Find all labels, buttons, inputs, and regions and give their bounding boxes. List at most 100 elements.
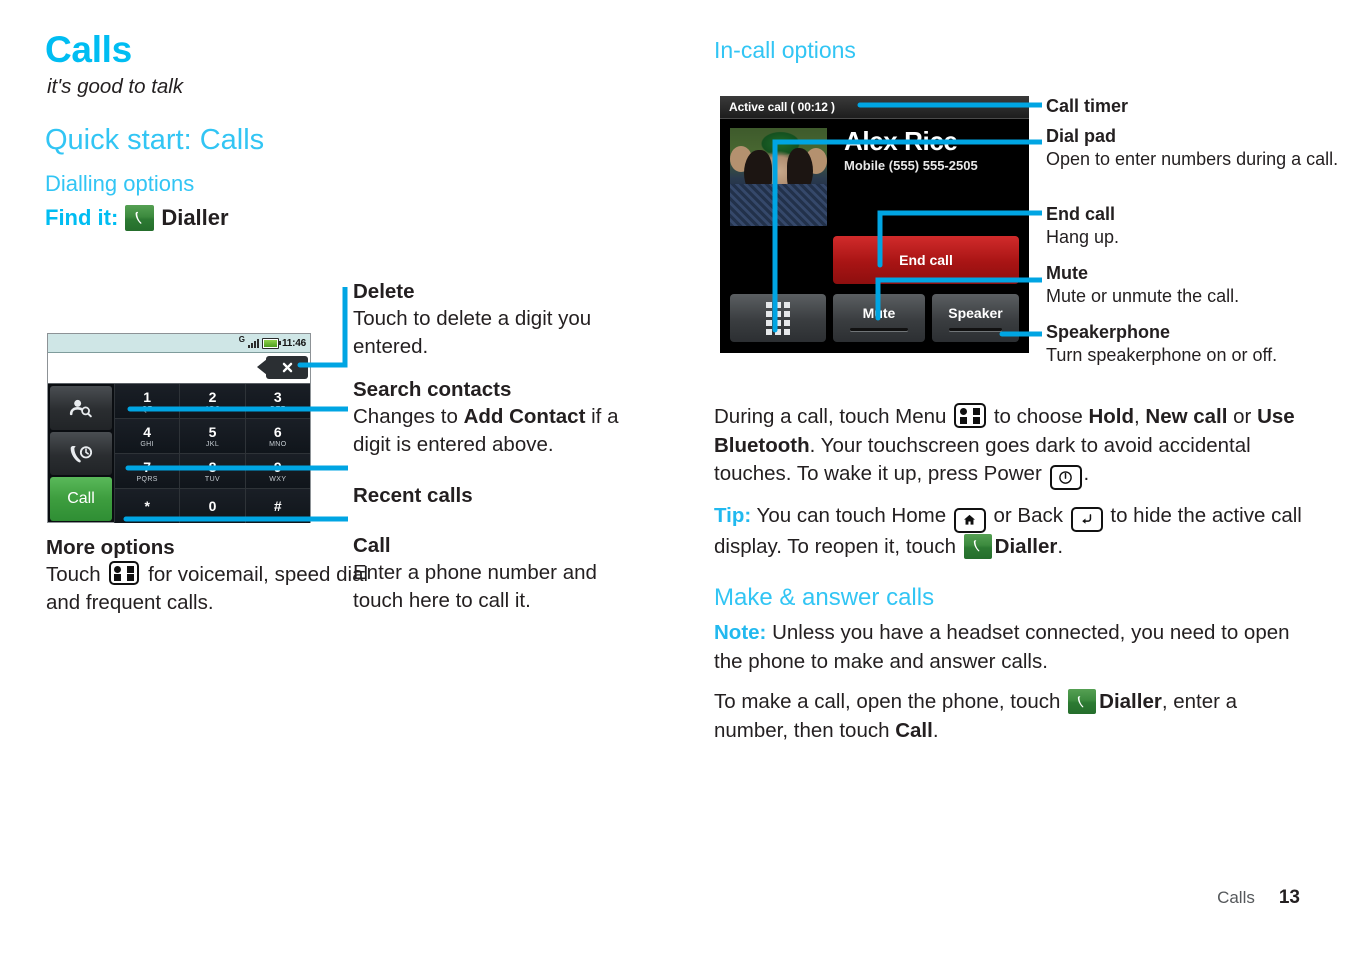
- callout-text: Enter a phone number and touch here to c…: [353, 561, 597, 612]
- key-digit: *: [144, 498, 150, 514]
- page-subtitle: it's good to talk: [47, 75, 184, 98]
- mute-button[interactable]: Mute: [833, 294, 925, 342]
- key-letters: QZ: [141, 405, 153, 413]
- callout-dial-pad: Dial pad Open to enter numbers during a …: [1046, 125, 1345, 172]
- hold-option: Hold: [1088, 405, 1134, 428]
- callout-call: Call Enter a phone number and touch here…: [353, 533, 643, 615]
- key-digit: 5: [208, 423, 217, 440]
- dialpad-grid-icon: [766, 301, 790, 335]
- callout-heading: Speakerphone: [1046, 322, 1171, 342]
- tip-b: or Back: [987, 504, 1069, 527]
- dialler-side-keys: Call: [48, 384, 114, 523]
- callout-mute: Mute Mute or unmute the call.: [1046, 262, 1345, 309]
- key-digit: 0: [208, 498, 217, 514]
- contact-number: Mobile (555) 555-2505: [844, 158, 978, 173]
- callout-text: Hang up.: [1046, 227, 1120, 247]
- status-bar: G 11:46: [48, 334, 310, 353]
- toggle-indicator: [850, 328, 908, 331]
- key-letters: MNO: [269, 440, 287, 448]
- tip-a: You can touch Home: [751, 504, 952, 527]
- p1-b: to choose: [988, 405, 1089, 428]
- key-letters: PQRS: [136, 475, 158, 483]
- menu-grid-icon: [954, 403, 987, 428]
- key-digit: #: [273, 498, 282, 514]
- callout-heading: Mute: [1046, 263, 1088, 283]
- more-options-note: More options Touch for voicemail, speed …: [46, 535, 376, 617]
- callout-text: Changes to Add Contact if a digit is ent…: [353, 403, 643, 459]
- key-4[interactable]: 4 GHI: [115, 419, 180, 453]
- key-2[interactable]: 2 ABC: [180, 384, 245, 418]
- battery-icon: [261, 337, 281, 349]
- callout-heading: Delete: [353, 280, 415, 303]
- incall-options-heading: In-call options: [714, 37, 856, 63]
- key-1[interactable]: 1 QZ: [115, 384, 180, 418]
- number-input-field[interactable]: [48, 353, 310, 384]
- p3-dialler: Dialler: [1099, 690, 1162, 713]
- phone-handset-icon: [125, 205, 155, 231]
- p1-c: ,: [1134, 405, 1146, 428]
- speaker-button[interactable]: Speaker: [932, 294, 1019, 342]
- p1-d: or: [1227, 405, 1258, 428]
- key-star[interactable]: *: [115, 489, 180, 523]
- contact-search-icon[interactable]: [50, 386, 112, 430]
- phone-handset-icon: [1068, 689, 1097, 714]
- dialler-screen-mockup: G 11:46 Call 1 QZ 2 ABC 3 DEF 4 GHI 5 JK…: [47, 333, 311, 523]
- phone-handset-icon: [963, 533, 992, 559]
- dialling-options-heading: Dialling options: [45, 171, 195, 196]
- paragraph-make-call: To make a call, open the phone, touch Di…: [714, 688, 1309, 745]
- key-7[interactable]: 7 PQRS: [115, 454, 180, 488]
- right-body-text: During a call, touch Menu to choose Hold…: [714, 403, 1309, 757]
- key-9[interactable]: 9 WXY: [245, 454, 310, 488]
- key-letters: TUV: [204, 475, 221, 483]
- callout-text: Touch to delete a digit you entered.: [353, 307, 592, 358]
- delete-x-icon[interactable]: [257, 356, 308, 379]
- key-hash[interactable]: #: [245, 489, 310, 523]
- key-8[interactable]: 8 TUV: [180, 454, 245, 488]
- left-callout-list: Delete Touch to delete a digit you enter…: [353, 279, 643, 629]
- contact-name: Alex Rice: [844, 126, 958, 156]
- paragraph-tip: Tip: You can touch Home or Back to hide …: [714, 502, 1309, 561]
- power-icon: [1049, 465, 1082, 490]
- key-3[interactable]: 3 DEF: [245, 384, 310, 418]
- dialler-body: Call 1 QZ 2 ABC 3 DEF 4 GHI 5 JKL 6 MNO 7 PQRS …: [48, 384, 310, 523]
- end-call-button[interactable]: End call: [833, 236, 1019, 284]
- signal-bars-icon: [247, 338, 259, 348]
- key-0[interactable]: 0: [180, 489, 245, 523]
- key-digit: 7: [143, 458, 152, 475]
- paragraph-during-call: During a call, touch Menu to choose Hold…: [714, 403, 1309, 490]
- page-footer: Calls 13: [1217, 887, 1300, 909]
- callout-text: Turn speakerphone on or off.: [1046, 345, 1278, 365]
- key-6[interactable]: 6 MNO: [245, 419, 310, 453]
- key-digit: 9: [273, 458, 282, 475]
- footer-page-number: 13: [1278, 887, 1300, 908]
- callout-heading: End call: [1046, 204, 1116, 224]
- callout-text: Open to enter numbers during a call.: [1046, 149, 1339, 169]
- p1-f: .: [1083, 462, 1090, 485]
- p3-call: Call: [895, 718, 933, 742]
- key-digit: 1: [143, 388, 152, 405]
- key-digit: 3: [273, 388, 282, 405]
- home-icon: [953, 507, 986, 533]
- callout-search-contacts: Search contacts Changes to Add Contact i…: [353, 377, 643, 459]
- callout-text: Mute or unmute the call.: [1046, 286, 1240, 306]
- incall-screen-mockup: Active call ( 00:12 ) Alex Rice Mobile (…: [720, 96, 1029, 353]
- key-5[interactable]: 5 JKL: [180, 419, 245, 453]
- menu-grid-icon: [109, 561, 140, 585]
- status-bar-clock: 11:46: [281, 337, 306, 349]
- call-button[interactable]: Call: [50, 477, 112, 522]
- mute-button-label: Mute: [862, 305, 896, 321]
- key-letters: JKL: [205, 440, 220, 448]
- callout-heading: Call timer: [1046, 96, 1129, 116]
- dialpad-button[interactable]: [730, 294, 826, 342]
- key-digit: 4: [143, 423, 152, 440]
- callout-heading: Dial pad: [1046, 126, 1117, 146]
- note-label: Note:: [714, 621, 767, 644]
- more-options-text-before: Touch: [46, 563, 101, 586]
- callout-delete: Delete Touch to delete a digit you enter…: [353, 279, 643, 361]
- note-text: Unless you have a headset connected, you…: [714, 621, 1290, 673]
- key-letters: GHI: [140, 440, 154, 448]
- incall-title-bar: Active call ( 00:12 ): [720, 96, 1029, 119]
- callout-text-bold: Add Contact: [463, 405, 586, 428]
- recent-calls-icon[interactable]: [50, 431, 112, 476]
- tip-dialler: Dialler: [994, 534, 1058, 558]
